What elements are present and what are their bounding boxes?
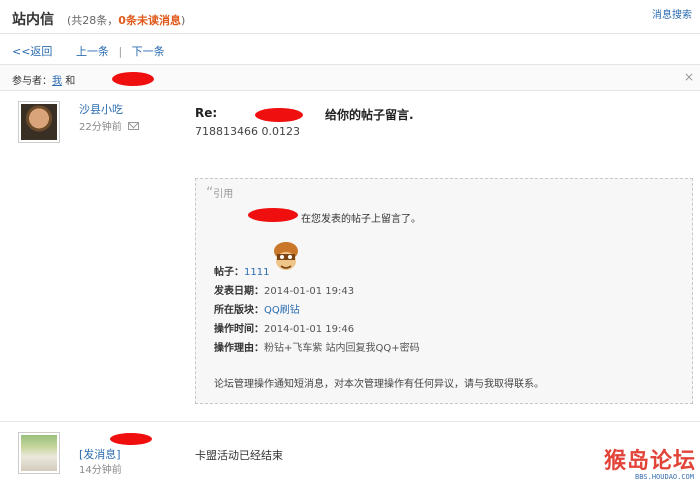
unread-count: 0条未读消息 (118, 14, 181, 27)
message-subject-prefix: Re: (195, 106, 218, 120)
message-body-line: 718813466 0.0123 (195, 125, 300, 138)
detail-key: 帖子： (214, 267, 244, 278)
send-message-link[interactable]: [发消息] (79, 446, 121, 462)
avatar-image (21, 435, 57, 471)
quote-label-text: 引用 (213, 189, 234, 200)
post-link[interactable]: 1111 (244, 267, 269, 278)
detail-value: 2014-01-01 19:43 (264, 286, 355, 297)
quote-block: “引用 在您发表的帖子上留言了。 帖子：1111 发表日期：2014-01-01… (195, 178, 693, 404)
message-time: 22分钟前 (79, 122, 122, 133)
close-icon[interactable]: × (684, 70, 694, 84)
detail-value: 粉钻+飞车紫 站内回复我QQ+密码 (264, 343, 420, 354)
prev-message-link[interactable]: 上一条 (76, 45, 109, 58)
redacted-username (255, 108, 303, 122)
watermark-url: BBS.HOUDAO.COM (634, 473, 694, 481)
forum-section-link[interactable]: QQ刷钻 (264, 305, 300, 316)
message-search-link[interactable]: 消息搜索 (652, 6, 692, 21)
detail-row: 帖子：1111 (214, 263, 420, 282)
quote-intro: 在您发表的帖子上留言了。 (301, 214, 421, 225)
admin-notice: 论坛管理操作通知短消息，对本次管理操作有任何异议，请与我取得联系。 (214, 379, 544, 390)
participants-bar: 参与者：我 和 × (0, 64, 700, 91)
participants-label: 参与者：我 和 (12, 72, 75, 87)
page-title: 站内信 (12, 12, 54, 28)
sender-avatar[interactable] (18, 101, 60, 143)
count-suffix: ) (180, 14, 186, 27)
message-text: 卡盟活动已经结束 (195, 449, 283, 462)
message-navigation: <<返回 上一条 | 下一条 (12, 43, 165, 59)
back-link[interactable]: <<返回 (12, 45, 52, 58)
quote-details: 帖子：1111 发表日期：2014-01-01 19:43 所在版块：QQ刷钻 … (214, 263, 420, 358)
quote-label: “引用 (206, 185, 233, 201)
message-subject: 给你的帖子留言. (325, 108, 414, 122)
detail-key: 所在版块： (214, 305, 264, 316)
detail-key: 操作理由： (214, 343, 264, 354)
detail-key: 操作时间： (214, 324, 264, 335)
redacted-quote-user (248, 208, 298, 222)
detail-value: 2014-01-01 19:46 (264, 324, 355, 335)
forum-watermark-logo: 猴岛论坛 BBS.HOUDAO.COM (598, 443, 696, 481)
detail-row: 操作时间：2014-01-01 19:46 (214, 320, 420, 339)
participants-and: 和 (65, 76, 76, 87)
redacted-sender (110, 433, 152, 445)
count-prefix: (共28条， (67, 14, 119, 27)
sender-name-link[interactable]: 沙县小吃 (79, 101, 123, 117)
participants-prefix: 参与者： (12, 76, 52, 87)
detail-key: 发表日期： (214, 286, 264, 297)
participant-me-link[interactable]: 我 (52, 76, 62, 87)
header-bar: 站内信 (共28条，0条未读消息) 消息搜索 (0, 0, 700, 34)
nav-separator: | (118, 45, 123, 58)
watermark-text: 猴岛论坛 (603, 448, 696, 474)
message-divider (0, 421, 700, 422)
detail-row: 发表日期：2014-01-01 19:43 (214, 282, 420, 301)
message-count: (共28条，0条未读消息) (67, 12, 185, 28)
detail-row: 所在版块：QQ刷钻 (214, 301, 420, 320)
avatar-image (21, 104, 57, 140)
detail-row: 操作理由：粉钻+飞车紫 站内回复我QQ+密码 (214, 339, 420, 358)
redacted-participant (112, 72, 154, 86)
next-message-link[interactable]: 下一条 (132, 45, 165, 58)
mail-icon[interactable] (128, 122, 139, 130)
message-time: 14分钟前 (79, 465, 122, 476)
sender-avatar[interactable] (18, 432, 60, 474)
